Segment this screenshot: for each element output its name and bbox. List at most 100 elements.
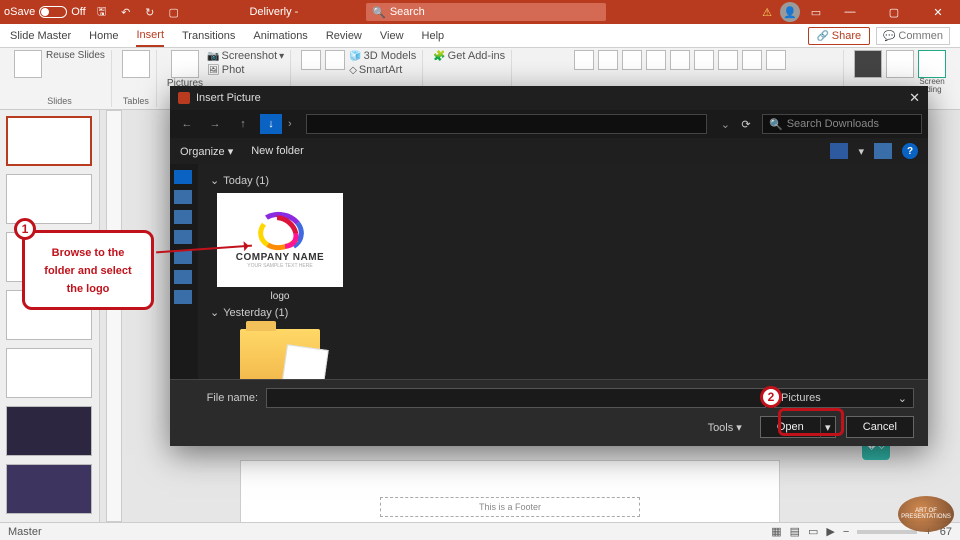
table-icon[interactable] <box>122 50 150 78</box>
startfrom-icon[interactable]: ▢ <box>166 4 182 20</box>
redo-icon[interactable]: ↻ <box>142 4 158 20</box>
thumbnail-7[interactable] <box>6 464 92 514</box>
zoom-slider[interactable] <box>857 530 917 534</box>
reuse-slides-button[interactable]: Reuse Slides <box>46 50 105 61</box>
maximize-button[interactable]: ▢ <box>876 0 912 24</box>
slideshow-icon[interactable]: ▶ <box>826 525 834 538</box>
close-window-button[interactable]: ✕ <box>920 0 956 24</box>
tab-view[interactable]: View <box>380 26 404 46</box>
tab-slide-master[interactable]: Slide Master <box>10 26 71 46</box>
tab-review[interactable]: Review <box>326 26 362 46</box>
dialog-title: Insert Picture <box>196 92 261 104</box>
view-reading-icon[interactable]: ▭ <box>808 525 818 538</box>
organize-button[interactable]: Organize ▾ <box>180 145 233 158</box>
help-button[interactable]: ? <box>902 143 918 159</box>
equation-icon[interactable] <box>694 50 714 70</box>
place-desktop-icon[interactable] <box>174 190 192 204</box>
nav-recent-button[interactable]: ↓ <box>260 114 282 134</box>
slide-thumbnails[interactable] <box>0 110 100 522</box>
comments-button[interactable]: 💬 Commen <box>876 27 950 45</box>
tab-transitions[interactable]: Transitions <box>182 26 235 46</box>
address-dropdown-icon[interactable]: ⌄ <box>721 118 730 131</box>
tools-dropdown[interactable]: Tools ▾ <box>708 421 742 434</box>
dialog-body: ⌄Today (1) COMPANY NAME YOUR SAMPLE TEXT… <box>170 164 928 379</box>
comment-icon[interactable] <box>598 50 618 70</box>
place-network-icon[interactable] <box>174 290 192 304</box>
vertical-ruler <box>106 110 122 522</box>
search-box[interactable]: 🔍 Search <box>366 3 606 21</box>
icons-icon[interactable] <box>325 50 345 70</box>
undo-icon[interactable]: ↶ <box>118 4 134 20</box>
view-dropdown-icon[interactable]: ▾ <box>858 145 864 158</box>
symbol-icon[interactable] <box>718 50 738 70</box>
refresh-button[interactable]: ⟳ <box>736 114 756 134</box>
share-area: 🔗 Share 💬 Commen <box>808 27 950 45</box>
chevron-down-icon: ⌄ <box>210 306 219 319</box>
view-mode-button[interactable] <box>830 143 848 159</box>
cancel-button[interactable]: Cancel <box>846 416 914 438</box>
smartart-button[interactable]: ◇ SmartArt <box>349 64 416 76</box>
address-bar[interactable] <box>306 114 707 134</box>
thumbnail-2[interactable] <box>6 174 92 224</box>
status-bar: Master ▦ ▤ ▭ ▶ − + 67 <box>0 522 960 540</box>
callout-badge-1: 1 <box>14 218 36 240</box>
audio-icon[interactable] <box>766 50 786 70</box>
shapes-icon[interactable] <box>301 50 321 70</box>
group-today[interactable]: ⌄Today (1) <box>210 174 916 187</box>
place-thispc-icon[interactable] <box>174 270 192 284</box>
file-list[interactable]: ⌄Today (1) COMPANY NAME YOUR SAMPLE TEXT… <box>198 164 928 379</box>
view-sorter-icon[interactable]: ▤ <box>790 525 800 538</box>
save-icon[interactable]: 🖫 <box>94 4 110 20</box>
textbox-icon[interactable] <box>622 50 642 70</box>
file-folder[interactable] <box>210 325 350 379</box>
tab-home[interactable]: Home <box>89 26 118 46</box>
place-documents-icon[interactable] <box>174 230 192 244</box>
places-sidebar[interactable] <box>170 164 198 379</box>
pictures-icon[interactable] <box>171 50 199 78</box>
place-downloads-icon[interactable] <box>174 210 192 224</box>
nav-forward-button[interactable]: → <box>204 114 226 134</box>
thumbnail-6[interactable] <box>6 406 92 456</box>
minimize-button[interactable]: — <box>832 0 868 24</box>
thumbnail-5[interactable] <box>6 348 92 398</box>
tab-insert[interactable]: Insert <box>136 25 164 47</box>
ribbon-options-icon[interactable]: ▭ <box>808 4 824 20</box>
filename-input[interactable] <box>266 388 766 408</box>
preview-pane-button[interactable] <box>874 143 892 159</box>
user-avatar[interactable]: 👤 <box>780 2 800 22</box>
tab-animations[interactable]: Animations <box>253 26 307 46</box>
warning-icon[interactable]: ⚠ <box>762 6 772 19</box>
video-button[interactable] <box>854 50 882 78</box>
place-onedrive-icon[interactable] <box>174 170 192 184</box>
screen-recording-button[interactable] <box>918 50 946 78</box>
nav-back-button[interactable]: ← <box>176 114 198 134</box>
group-yesterday[interactable]: ⌄Yesterday (1) <box>210 306 916 319</box>
footer-placeholder[interactable]: This is a Footer <box>380 497 640 517</box>
autosave-toggle[interactable]: oSave Off <box>4 6 86 18</box>
new-slide-icon[interactable] <box>14 50 42 78</box>
file-filter-dropdown[interactable]: Pictures⌄ <box>774 388 914 408</box>
chevron-right-icon: › <box>288 118 292 130</box>
dialog-search-input[interactable]: 🔍 Search Downloads <box>762 114 922 134</box>
share-button[interactable]: 🔗 Share <box>808 27 871 45</box>
3d-models-button[interactable]: 🧊 3D Models <box>349 50 416 62</box>
view-normal-icon[interactable]: ▦ <box>771 525 781 538</box>
link-icon[interactable] <box>574 50 594 70</box>
zoom-out-button[interactable]: − <box>843 526 849 538</box>
wordart-icon[interactable] <box>670 50 690 70</box>
nav-up-button[interactable]: ↑ <box>232 114 254 134</box>
photo-album-button[interactable]: 🖼 Phot <box>207 64 284 76</box>
audio-button[interactable] <box>886 50 914 78</box>
place-pictures-icon[interactable] <box>174 250 192 264</box>
dialog-close-button[interactable]: ✕ <box>909 90 920 106</box>
get-addins-button[interactable]: 🧩 Get Add-ins <box>433 50 505 62</box>
thumbnail-1[interactable] <box>6 116 92 166</box>
screenshot-button[interactable]: 📷 Screenshot ▾ <box>207 50 284 62</box>
filename-label: File name: <box>184 392 258 404</box>
slide[interactable]: This is a Footer <box>240 460 780 528</box>
header-footer-icon[interactable] <box>646 50 666 70</box>
callout-badge-2: 2 <box>760 386 782 408</box>
video-icon[interactable] <box>742 50 762 70</box>
tab-help[interactable]: Help <box>422 26 445 46</box>
new-folder-button[interactable]: New folder <box>251 145 304 157</box>
